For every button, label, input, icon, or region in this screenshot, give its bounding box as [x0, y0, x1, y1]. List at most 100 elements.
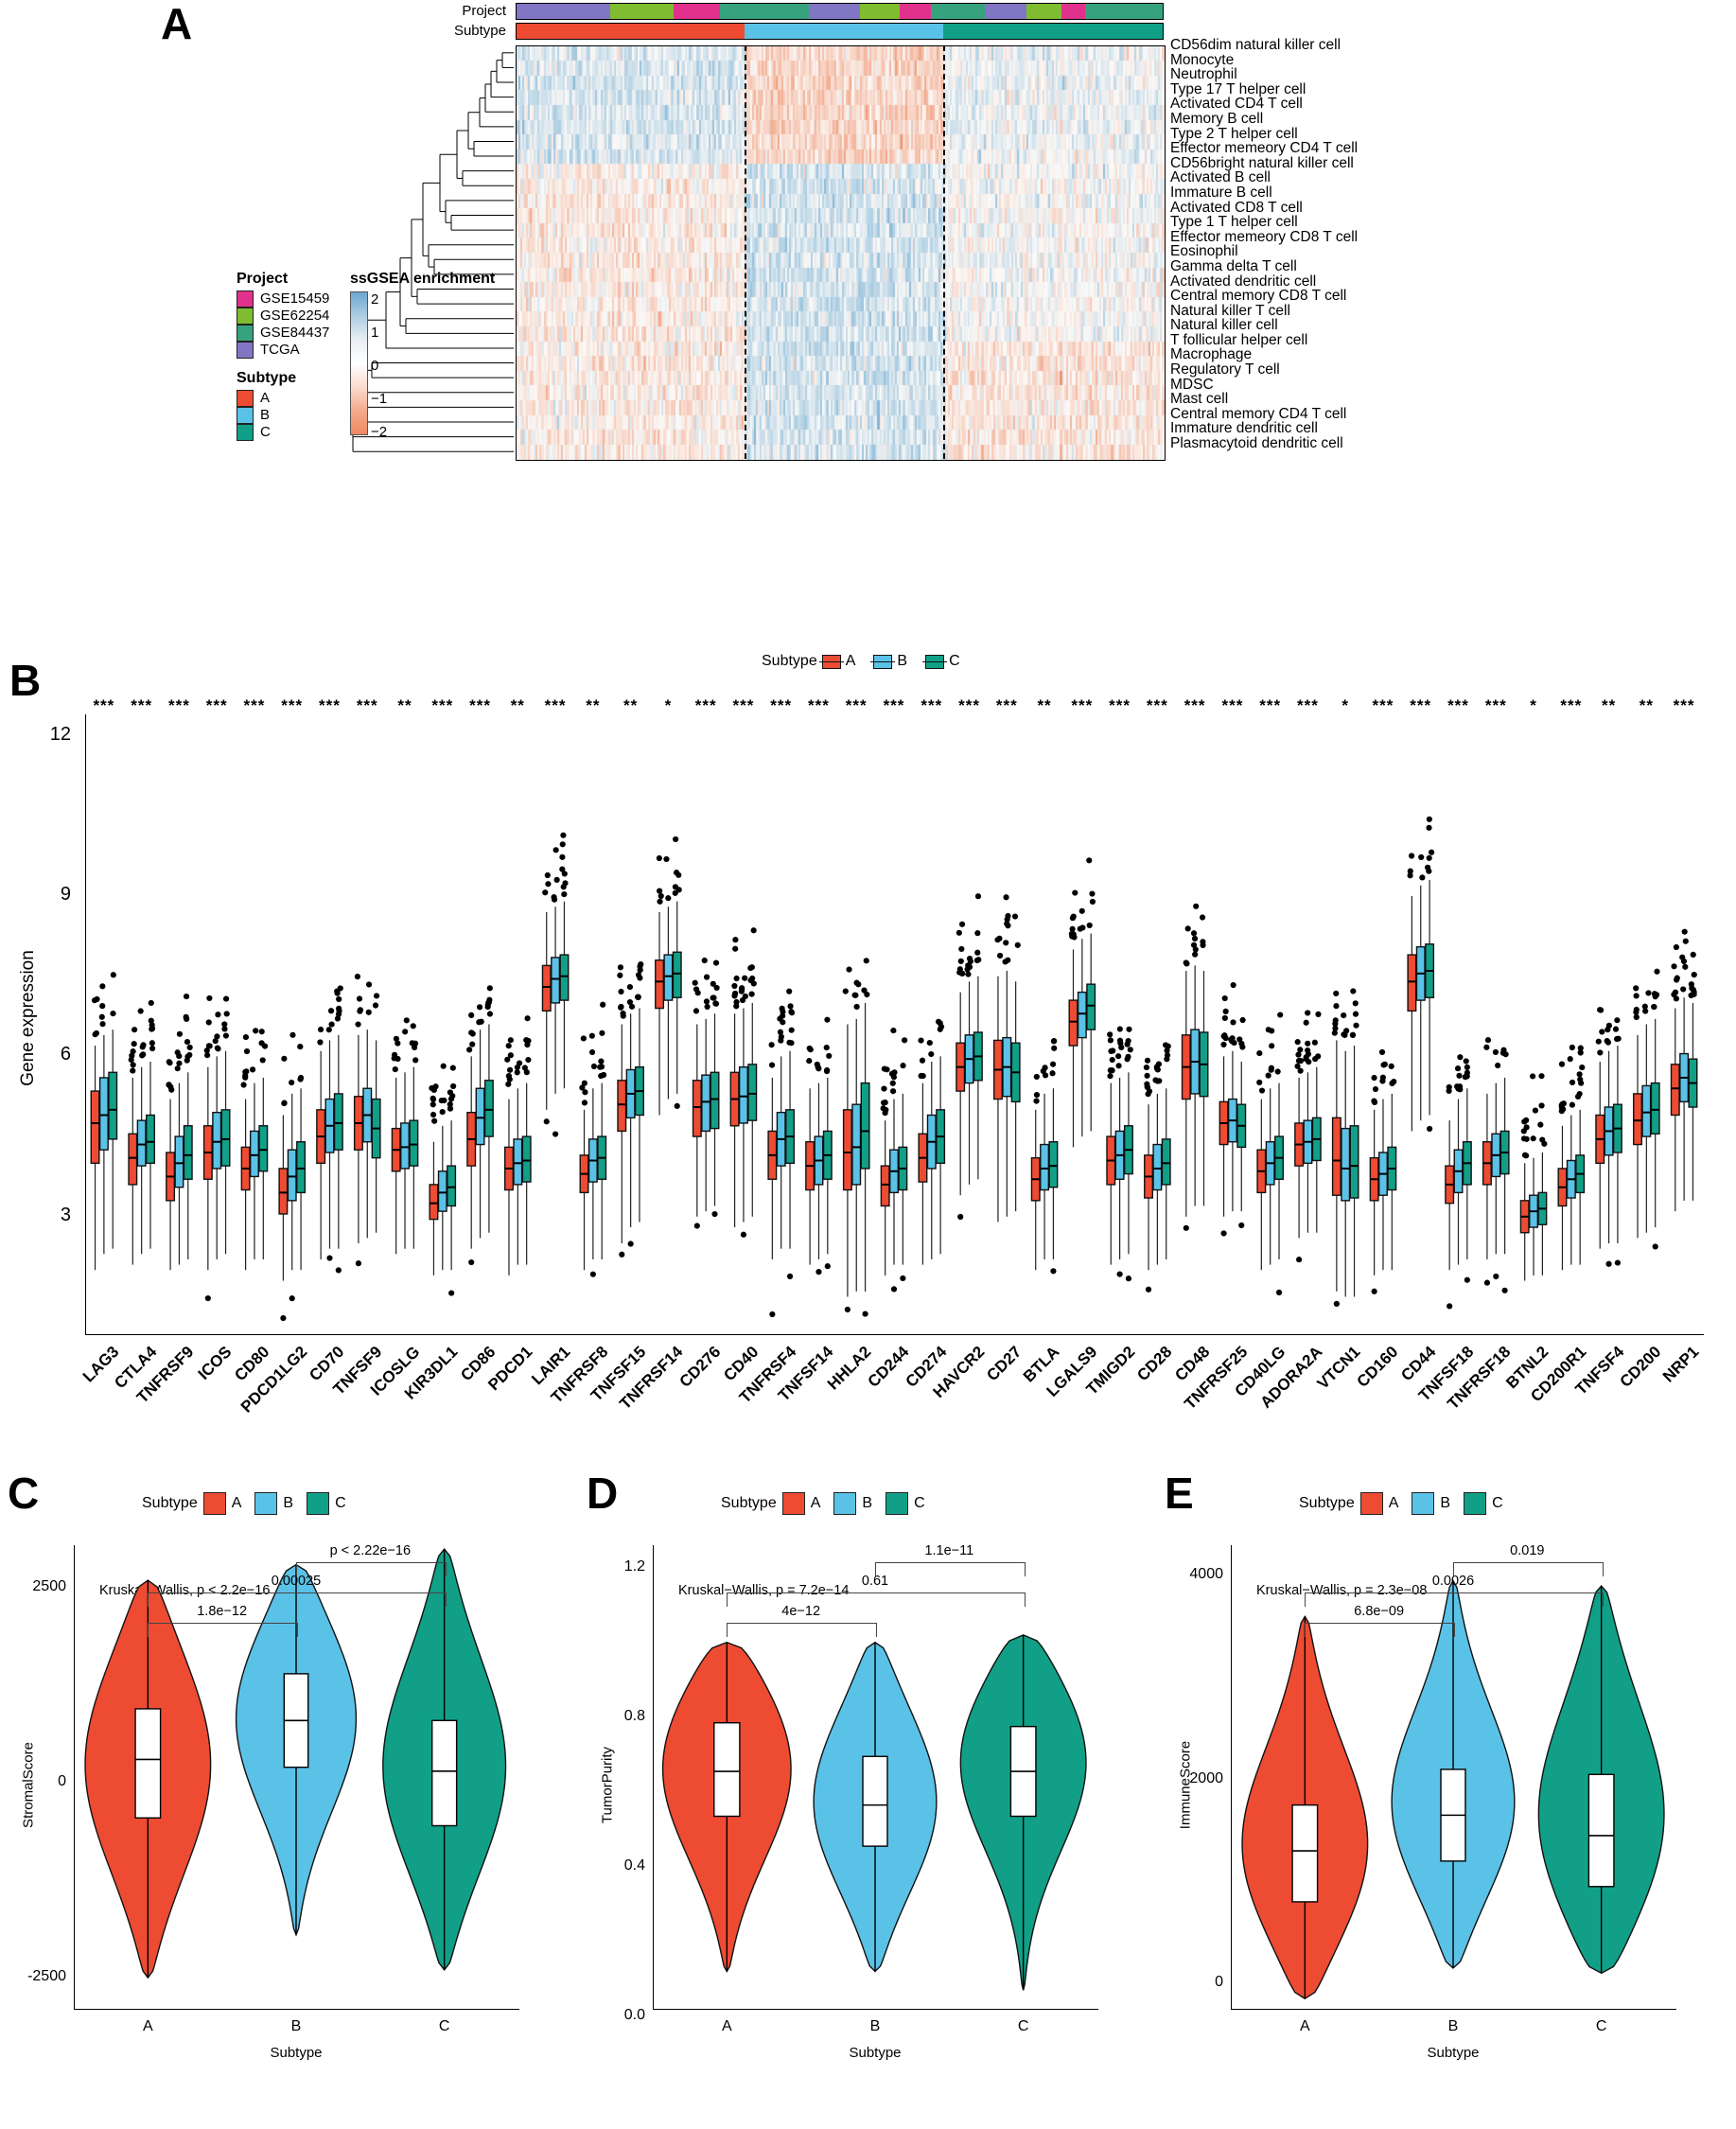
project-segment — [1084, 4, 1163, 19]
outlier-point — [1371, 1288, 1377, 1294]
colorbar-title: ssGSEA enrichment — [350, 271, 496, 287]
violin-y-tick: 0.4 — [623, 1856, 645, 1874]
boxplot-box — [1688, 1002, 1698, 1201]
outlier-point — [240, 1082, 247, 1088]
boxplot-box — [1633, 1034, 1642, 1239]
boxplot-box — [710, 1013, 720, 1206]
outlier-point — [98, 1013, 105, 1020]
boxplot-box — [918, 1082, 928, 1265]
outlier-point — [1372, 1085, 1379, 1093]
boxplot-box — [353, 1034, 363, 1244]
outlier-point — [694, 990, 701, 996]
project-legend-label: GSE62254 — [260, 308, 330, 324]
outlier-point — [215, 1012, 221, 1018]
outlier-point — [1633, 1006, 1640, 1013]
outlier-point — [844, 1306, 850, 1313]
boxplot-box — [617, 1024, 627, 1244]
outlier-point — [562, 880, 569, 887]
outlier-point — [628, 1003, 636, 1010]
boxplot-box — [1519, 1163, 1530, 1281]
violin-x-label: Subtype — [1427, 2045, 1480, 2061]
heatmap-row-label: Mast cell — [1170, 391, 1229, 408]
outlier-point — [1388, 1063, 1394, 1070]
outlier-point — [1239, 1016, 1246, 1024]
outlier-point — [430, 1111, 437, 1118]
outlier-point — [965, 971, 972, 977]
heatmap-row-label: CD56bright natural killer cell — [1170, 154, 1354, 171]
gene-axis-labels: LAG3 CTLA4 TNFRSF9 ICOS CD80 PDCD1LG2 CD70 TNFS… — [79, 1339, 1703, 1462]
outlier-point — [674, 1102, 680, 1110]
outlier-point — [1425, 864, 1431, 871]
outlier-point — [469, 1030, 476, 1037]
outlier-point — [1295, 1257, 1303, 1263]
outlier-point — [1493, 1273, 1499, 1280]
boxplot-box — [851, 1018, 862, 1292]
outlier-point — [242, 1033, 250, 1041]
outlier-point — [328, 1021, 335, 1028]
outlier-point — [476, 1004, 483, 1011]
outlier-point — [110, 972, 116, 978]
outlier-point — [824, 1016, 831, 1023]
outlier-point — [861, 987, 868, 994]
boxplot-box — [1612, 1046, 1622, 1244]
outlier-point — [1379, 1074, 1386, 1081]
violin-y-tick: 0.8 — [623, 1707, 645, 1724]
outlier-point — [1671, 963, 1677, 970]
outlier-point — [1116, 1271, 1123, 1277]
boxplot-box — [447, 1120, 457, 1271]
panel-a-heatmap: A Project Subtype CD56dim natural killer… — [0, 0, 1736, 673]
outlier-point — [1265, 1072, 1271, 1079]
outlier-point — [1003, 940, 1009, 946]
outlier-point — [788, 1027, 795, 1033]
legend-swatch — [202, 1492, 226, 1515]
outlier-point — [469, 1041, 476, 1047]
outlier-point — [1492, 1048, 1499, 1056]
legend-swatch — [307, 1492, 330, 1515]
outlier-point — [1303, 1019, 1309, 1026]
outlier-point — [599, 1029, 605, 1036]
outlier-point — [1274, 1068, 1281, 1075]
outlier-point — [618, 988, 624, 995]
outlier-point — [712, 959, 720, 966]
boxplot-box — [278, 1115, 289, 1281]
legend-label: C — [1492, 1495, 1503, 1511]
outlier-point — [167, 1060, 173, 1066]
outlier-point — [1604, 1039, 1612, 1046]
outlier-point — [627, 1240, 634, 1247]
significance-marker: ** — [586, 696, 601, 714]
boxplot-box — [814, 1082, 824, 1259]
outlier-point — [357, 1008, 363, 1014]
outlier-point — [1391, 1079, 1397, 1085]
significance-marker: *** — [243, 696, 266, 714]
outlier-point — [174, 1065, 181, 1072]
boxplot-box — [1114, 1077, 1125, 1259]
violin-x-label: Subtype — [270, 2045, 323, 2061]
project-segment — [1061, 4, 1085, 19]
heatmap-row-label: Type 2 T helper cell — [1170, 125, 1298, 142]
boxplot-box — [1294, 1077, 1305, 1239]
boxplot-box — [1077, 939, 1087, 1137]
outlier-point — [786, 1273, 794, 1279]
boxplot-box — [1387, 1093, 1397, 1271]
violin-box — [862, 1755, 888, 1847]
outlier-point — [130, 1067, 136, 1074]
outlier-point — [974, 930, 981, 937]
heatmap-row-label: Natural killer T cell — [1170, 302, 1290, 319]
significance-marker: *** — [431, 696, 454, 714]
outlier-point — [1569, 1101, 1576, 1108]
outlier-point — [732, 945, 739, 952]
legend-swatch — [1359, 1492, 1383, 1515]
outlier-point — [1371, 1074, 1377, 1082]
outlier-point — [852, 992, 859, 998]
panel-e-violin: E Subtype ABC Kruskal−Wallis, p = 2.3e−0… — [1157, 1471, 1736, 2129]
outlier-point — [403, 1017, 410, 1024]
color-swatch — [237, 341, 254, 359]
boxplot-box — [437, 1125, 447, 1271]
outlier-point — [824, 1263, 831, 1270]
project-legend-label: GSE84437 — [260, 325, 330, 341]
boxplot-box — [240, 1099, 251, 1271]
heatmap-row-label: Natural killer cell — [1170, 317, 1278, 334]
outlier-point — [212, 1038, 219, 1045]
outlier-point — [249, 1066, 256, 1073]
outlier-point — [1305, 1040, 1311, 1047]
